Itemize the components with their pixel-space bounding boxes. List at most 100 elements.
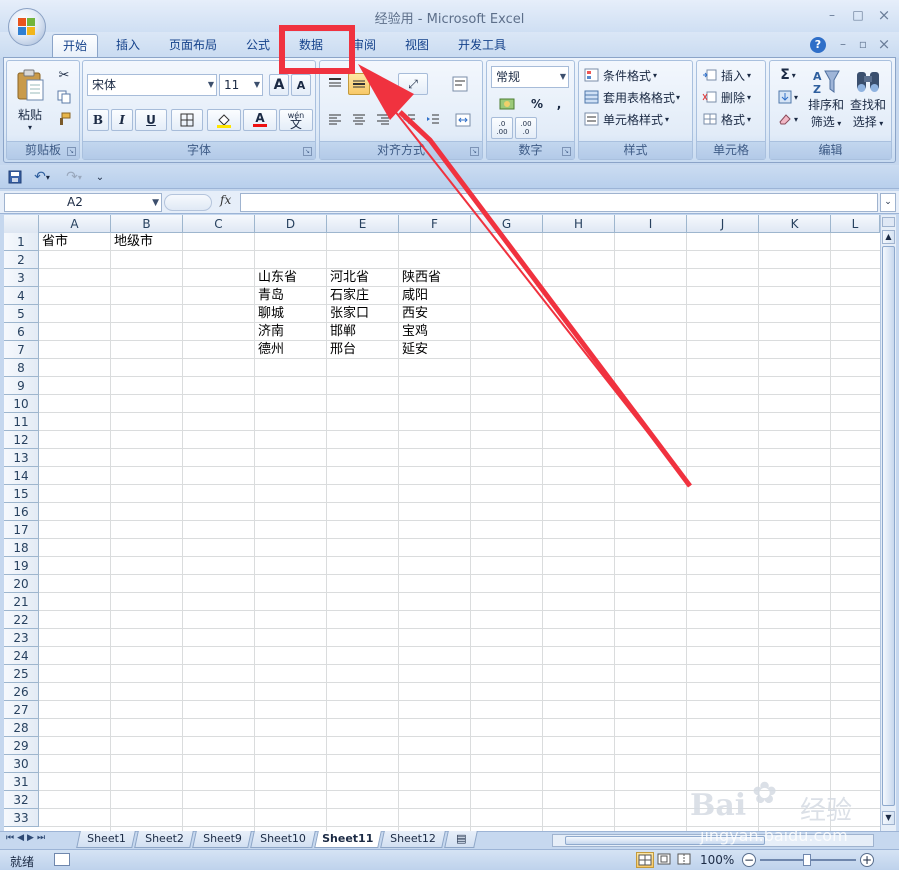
row-header[interactable]: 4 (4, 287, 39, 305)
scroll-up-button[interactable]: ▲ (882, 230, 895, 244)
row-header[interactable]: 21 (4, 593, 39, 611)
minimize-button[interactable]: – (821, 8, 843, 24)
increase-decimal-button[interactable]: .0 .00 (491, 117, 513, 139)
autosum-button[interactable]: Σ ▾ (772, 65, 804, 85)
cell-d4[interactable]: 青岛 (256, 287, 284, 305)
column-header-j[interactable]: J (687, 215, 759, 233)
column-header-l[interactable]: L (831, 215, 880, 233)
merge-center-button[interactable] (448, 109, 478, 131)
row-header[interactable]: 23 (4, 629, 39, 647)
conditional-format-button[interactable]: 条件格式 ▾ (583, 65, 689, 85)
row-header[interactable]: 16 (4, 503, 39, 521)
cell-e7[interactable]: 邢台 (328, 341, 356, 359)
bold-button[interactable]: B (87, 109, 109, 131)
decrease-decimal-button[interactable]: .00 .0 (515, 117, 537, 139)
insert-sheet-button[interactable]: ▤ (444, 831, 478, 848)
select-all-button[interactable] (4, 215, 39, 233)
row-header[interactable]: 12 (4, 431, 39, 449)
grow-font-button[interactable]: A (269, 74, 289, 96)
next-sheet-icon[interactable]: ▶ (27, 833, 37, 843)
scroll-thumb[interactable] (882, 246, 895, 806)
fill-color-button[interactable] (207, 109, 241, 131)
split-box[interactable] (882, 217, 895, 227)
row-header[interactable]: 24 (4, 647, 39, 665)
align-middle-button[interactable] (348, 73, 370, 95)
tab-developer[interactable]: 开发工具 (450, 34, 514, 58)
page-layout-view-button[interactable] (656, 852, 674, 868)
copy-button[interactable] (53, 87, 75, 107)
column-header-g[interactable]: G (471, 215, 543, 233)
row-header[interactable]: 13 (4, 449, 39, 467)
cell-f6[interactable]: 宝鸡 (400, 323, 428, 341)
office-button[interactable] (8, 8, 46, 46)
row-header[interactable]: 6 (4, 323, 39, 341)
underline-button[interactable]: U (135, 109, 167, 131)
cell-e4[interactable]: 石家庄 (328, 287, 369, 305)
alignment-launcher-icon[interactable]: ↘ (470, 147, 479, 156)
redo-button[interactable]: ↷ ▾ (60, 168, 88, 186)
clipboard-launcher-icon[interactable]: ↘ (67, 147, 76, 156)
name-box[interactable]: A2 ▼ (4, 193, 162, 212)
cut-button[interactable]: ✂ (53, 65, 75, 85)
align-top-button[interactable] (324, 73, 346, 95)
row-header[interactable]: 33 (4, 809, 39, 827)
tab-view[interactable]: 视图 (395, 34, 439, 58)
row-header[interactable]: 32 (4, 791, 39, 809)
format-cells-button[interactable]: 格式 ▾ (701, 109, 763, 129)
find-select-button[interactable]: 查找和 选择 ▾ (848, 65, 888, 133)
cell-f3[interactable]: 陕西省 (400, 269, 441, 287)
cell-e5[interactable]: 张家口 (328, 305, 369, 323)
comma-button[interactable]: , (549, 94, 569, 114)
font-color-button[interactable]: A (243, 109, 277, 131)
column-header-k[interactable]: K (759, 215, 831, 233)
decrease-indent-button[interactable] (398, 109, 420, 131)
vertical-scrollbar[interactable]: ▲ ▼ (880, 215, 896, 831)
number-format-select[interactable]: 常规 ▼ (491, 66, 569, 88)
column-header-i[interactable]: I (615, 215, 687, 233)
column-header-d[interactable]: D (255, 215, 327, 233)
customize-qat-button[interactable]: ⌄ (92, 168, 108, 186)
row-header[interactable]: 5 (4, 305, 39, 323)
shrink-font-button[interactable]: A (291, 74, 311, 96)
zoom-in-button[interactable]: + (860, 853, 874, 867)
tab-formulas[interactable]: 公式 (236, 34, 280, 58)
undo-button[interactable]: ↶ ▾ (28, 168, 56, 186)
expand-formula-bar-button[interactable]: ⌄ (880, 193, 896, 212)
delete-cells-button[interactable]: 删除 ▾ (701, 87, 763, 107)
align-bottom-button[interactable] (372, 73, 394, 95)
sheet-tab[interactable]: Sheet9 (192, 831, 252, 848)
orientation-button[interactable]: ⤢ (398, 73, 428, 95)
font-launcher-icon[interactable]: ↘ (303, 147, 312, 156)
tab-insert[interactable]: 插入 (106, 34, 150, 58)
tab-home[interactable]: 开始 (52, 34, 98, 58)
close-button[interactable]: × (873, 6, 895, 24)
workbook-close-button[interactable]: × (873, 35, 895, 53)
row-header[interactable]: 10 (4, 395, 39, 413)
zoom-level[interactable]: 100% (700, 853, 734, 867)
sheet-tab-active[interactable]: Sheet11 (314, 831, 382, 848)
row-header[interactable]: 26 (4, 683, 39, 701)
zoom-slider-thumb[interactable] (803, 854, 811, 866)
formula-input[interactable] (240, 193, 878, 212)
italic-button[interactable]: I (111, 109, 133, 131)
cell-e6[interactable]: 邯郸 (328, 323, 356, 341)
cell-f4[interactable]: 咸阳 (400, 287, 428, 305)
currency-button[interactable] (491, 94, 525, 114)
paste-button[interactable]: 粘贴 ▾ (11, 65, 49, 135)
row-header[interactable]: 8 (4, 359, 39, 377)
row-header[interactable]: 30 (4, 755, 39, 773)
first-sheet-icon[interactable]: ⏮ (6, 833, 17, 843)
font-size-select[interactable]: 11 ▼ (219, 74, 263, 96)
sheet-tab[interactable]: Sheet12 (380, 831, 446, 848)
format-as-table-button[interactable]: 套用表格格式 ▾ (583, 87, 695, 107)
workbook-restore-button[interactable]: ▫ (852, 37, 874, 53)
format-painter-button[interactable] (53, 109, 75, 129)
row-header[interactable]: 27 (4, 701, 39, 719)
wrap-text-button[interactable] (448, 73, 472, 95)
insert-function-button[interactable]: fx (220, 193, 238, 212)
row-header[interactable]: 9 (4, 377, 39, 395)
column-header-b[interactable]: B (111, 215, 183, 233)
increase-indent-button[interactable] (422, 109, 444, 131)
align-right-button[interactable] (372, 109, 394, 131)
formula-splitter-handle[interactable] (164, 194, 212, 211)
